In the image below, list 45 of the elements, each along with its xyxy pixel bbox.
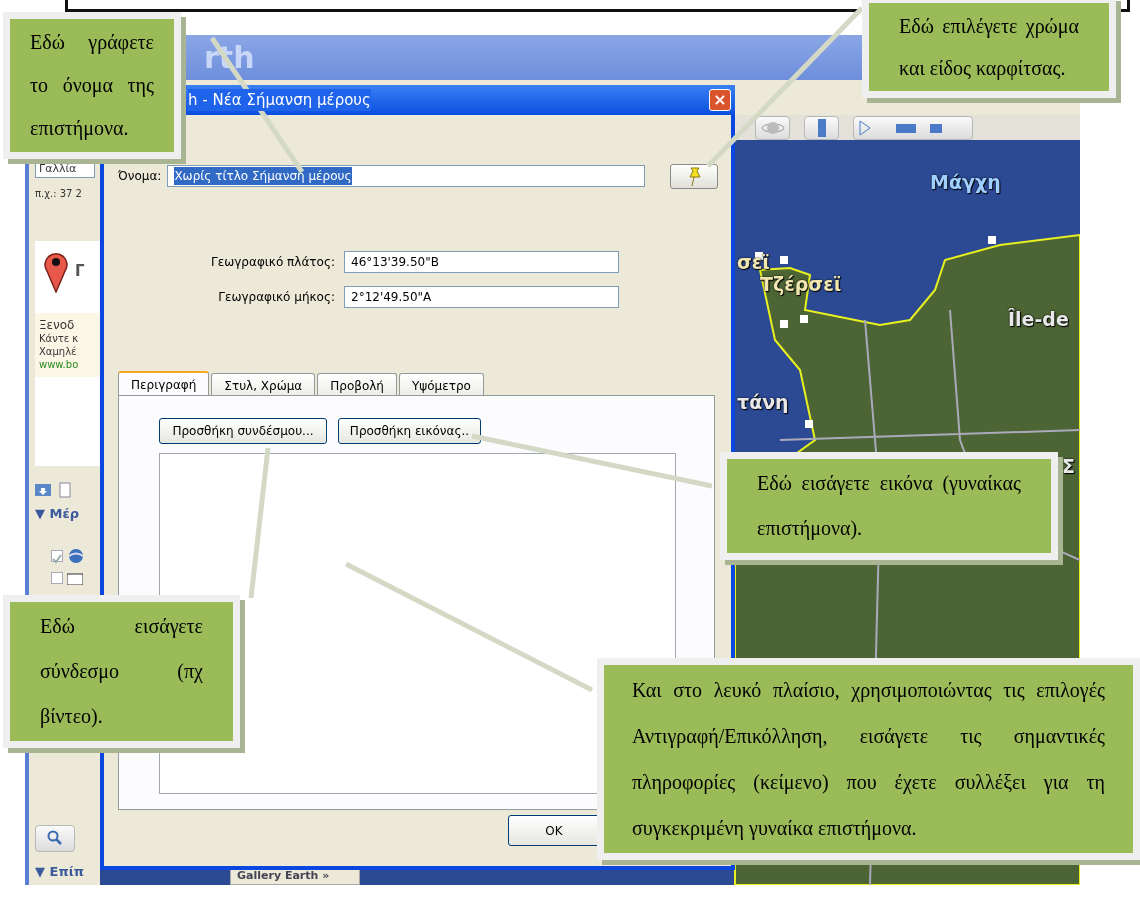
gallery-button[interactable]: Gallery Earth » bbox=[230, 870, 360, 885]
search-button[interactable] bbox=[35, 824, 75, 852]
coordinate-field[interactable]: 46°13'39.50"Β bbox=[344, 251, 619, 273]
name-field[interactable]: Χωρίς τίτλο Σήμανση μέρους bbox=[167, 165, 646, 187]
result-title[interactable]: Γ bbox=[75, 259, 85, 283]
ok-button[interactable]: OK bbox=[508, 815, 600, 846]
tab[interactable]: Υψόμετρο bbox=[398, 373, 484, 397]
checkbox[interactable] bbox=[51, 549, 63, 562]
map-label: Σ bbox=[1062, 454, 1075, 479]
planet-icon bbox=[760, 119, 785, 136]
callout-text: Και στο λευκό πλαίσιο, χρησιμοποιώντας τις επιλογές Αντιγραφή/Επικόλληση, εισάγετε τις σημαντικές πληροφορίες (κείμενο) που έχετε συλλέξει για τη συγκεκριμένη γυναίκα επιστήμονα. bbox=[632, 678, 1105, 842]
close-button[interactable]: × bbox=[709, 89, 731, 111]
map-label: τάνη bbox=[737, 390, 789, 415]
tab[interactable]: Προβολή bbox=[317, 373, 397, 397]
coordinate-field[interactable]: 2°12'49.50"Α bbox=[344, 286, 619, 308]
pin-button[interactable] bbox=[670, 164, 718, 189]
layers-header[interactable]: ▼ Επίπ bbox=[35, 861, 100, 881]
document-icon bbox=[59, 482, 71, 498]
ad-url[interactable]: www.bo bbox=[39, 358, 96, 371]
callout-text: Εδώ εισάγετε εικόνα (γυναίκας επιστήμονα). bbox=[757, 471, 1021, 542]
map-label: σεϊ bbox=[737, 250, 770, 275]
coordinate-label: Γεωγραφικό πλάτος: bbox=[210, 254, 336, 271]
name-value: Χωρίς τίτλο Σήμανση μέρους bbox=[174, 167, 352, 185]
coordinate-label: Γεωγραφικό μήκος: bbox=[217, 289, 336, 306]
checkbox[interactable] bbox=[51, 572, 63, 584]
places-header[interactable]: ▼ Μέρ bbox=[35, 504, 100, 524]
planet-button[interactable] bbox=[755, 115, 790, 140]
add-button[interactable]: Προσθήκη εικόνας.. bbox=[338, 418, 481, 444]
map-label: Île-de bbox=[1008, 307, 1069, 332]
search-hint: π.χ.: 37 2 bbox=[35, 187, 83, 201]
ad-text: Κάντε κ bbox=[39, 332, 80, 345]
pushpin-icon bbox=[686, 166, 702, 187]
callout-text: Εδώ εισάγετε σύνδεσμο (πχ βίντεο). bbox=[40, 614, 203, 730]
map-label: Μάγχη bbox=[930, 170, 1001, 195]
ad-title[interactable]: Ξενοδ bbox=[39, 319, 96, 332]
tab[interactable]: Στυλ, Χρώμα bbox=[211, 373, 316, 397]
name-label: Όνομα: bbox=[118, 168, 162, 185]
ad-text: Χαμηλέ bbox=[39, 345, 78, 358]
ruler-icon bbox=[817, 118, 826, 137]
search-icon bbox=[47, 830, 63, 846]
toolbar-button[interactable] bbox=[853, 115, 973, 140]
globe-icon bbox=[67, 547, 85, 564]
dialog-title: h - Νέα Σήμανση μέρους bbox=[188, 88, 371, 112]
ruler-button[interactable] bbox=[804, 115, 839, 140]
add-button[interactable]: Προσθήκη συνδέσμου... bbox=[159, 418, 327, 444]
